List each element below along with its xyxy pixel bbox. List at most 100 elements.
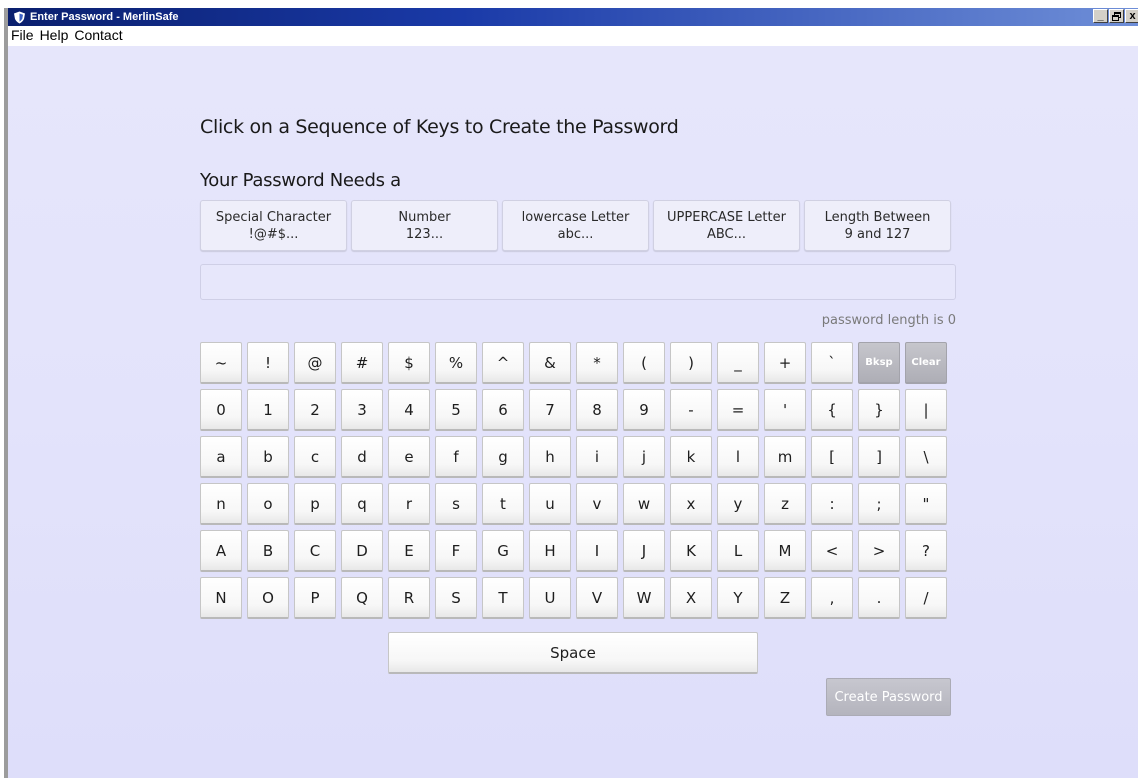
- key-button[interactable]: s: [435, 483, 477, 525]
- key-button[interactable]: [: [811, 436, 853, 478]
- key-button[interactable]: #: [341, 342, 383, 384]
- key-button[interactable]: ;: [858, 483, 900, 525]
- backspace-key[interactable]: Bksp: [858, 342, 900, 384]
- close-button[interactable]: x: [1125, 9, 1138, 23]
- key-button[interactable]: 7: [529, 389, 571, 431]
- key-button[interactable]: p: [294, 483, 336, 525]
- key-button[interactable]: 8: [576, 389, 618, 431]
- key-button[interactable]: q: [341, 483, 383, 525]
- key-button[interactable]: a: [200, 436, 242, 478]
- key-button[interactable]: E: [388, 530, 430, 572]
- key-button[interactable]: d: [341, 436, 383, 478]
- key-button[interactable]: &: [529, 342, 571, 384]
- key-button[interactable]: x: [670, 483, 712, 525]
- key-button[interactable]: 9: [623, 389, 665, 431]
- space-key[interactable]: Space: [388, 632, 758, 674]
- menu-file[interactable]: File: [8, 27, 37, 43]
- key-button[interactable]: 4: [388, 389, 430, 431]
- key-button[interactable]: W: [623, 577, 665, 619]
- key-button[interactable]: l: [717, 436, 759, 478]
- key-button[interactable]: !: [247, 342, 289, 384]
- key-button[interactable]: $: [388, 342, 430, 384]
- key-button[interactable]: S: [435, 577, 477, 619]
- key-button[interactable]: *: [576, 342, 618, 384]
- key-button[interactable]: U: [529, 577, 571, 619]
- key-button[interactable]: Z: [764, 577, 806, 619]
- key-button[interactable]: 2: [294, 389, 336, 431]
- key-button[interactable]: L: [717, 530, 759, 572]
- key-button[interactable]: B: [247, 530, 289, 572]
- key-button[interactable]: m: [764, 436, 806, 478]
- key-button[interactable]: T: [482, 577, 524, 619]
- key-button[interactable]: z: [764, 483, 806, 525]
- key-button[interactable]: e: [388, 436, 430, 478]
- key-button[interactable]: :: [811, 483, 853, 525]
- key-button[interactable]: F: [435, 530, 477, 572]
- key-button[interactable]: A: [200, 530, 242, 572]
- key-button[interactable]: ": [905, 483, 947, 525]
- key-button[interactable]: t: [482, 483, 524, 525]
- key-button[interactable]: .: [858, 577, 900, 619]
- key-button[interactable]: w: [623, 483, 665, 525]
- menu-help[interactable]: Help: [37, 27, 72, 43]
- key-button[interactable]: }: [858, 389, 900, 431]
- key-button[interactable]: I: [576, 530, 618, 572]
- key-button[interactable]: P: [294, 577, 336, 619]
- key-button[interactable]: C: [294, 530, 336, 572]
- key-button[interactable]: =: [717, 389, 759, 431]
- key-button[interactable]: {: [811, 389, 853, 431]
- key-button[interactable]: \: [905, 436, 947, 478]
- key-button[interactable]: f: [435, 436, 477, 478]
- key-button[interactable]: Q: [341, 577, 383, 619]
- key-button[interactable]: X: [670, 577, 712, 619]
- key-button[interactable]: v: [576, 483, 618, 525]
- key-button[interactable]: ~: [200, 342, 242, 384]
- key-button[interactable]: Y: [717, 577, 759, 619]
- create-password-button[interactable]: Create Password: [826, 678, 951, 716]
- key-button[interactable]: ]: [858, 436, 900, 478]
- key-button[interactable]: D: [341, 530, 383, 572]
- key-button[interactable]: G: [482, 530, 524, 572]
- key-button[interactable]: u: [529, 483, 571, 525]
- clear-key[interactable]: Clear: [905, 342, 947, 384]
- key-button[interactable]: 6: [482, 389, 524, 431]
- key-button[interactable]: ?: [905, 530, 947, 572]
- key-button[interactable]: o: [247, 483, 289, 525]
- key-button[interactable]: R: [388, 577, 430, 619]
- key-button[interactable]: <: [811, 530, 853, 572]
- key-button[interactable]: i: [576, 436, 618, 478]
- key-button[interactable]: %: [435, 342, 477, 384]
- key-button[interactable]: K: [670, 530, 712, 572]
- key-button[interactable]: g: [482, 436, 524, 478]
- key-button[interactable]: O: [247, 577, 289, 619]
- key-button[interactable]: (: [623, 342, 665, 384]
- key-button[interactable]: ,: [811, 577, 853, 619]
- key-button[interactable]: @: [294, 342, 336, 384]
- key-button[interactable]: y: [717, 483, 759, 525]
- key-button[interactable]: `: [811, 342, 853, 384]
- restore-button[interactable]: [1109, 9, 1124, 23]
- key-button[interactable]: 0: [200, 389, 242, 431]
- key-button[interactable]: h: [529, 436, 571, 478]
- key-button[interactable]: _: [717, 342, 759, 384]
- key-button[interactable]: J: [623, 530, 665, 572]
- key-button[interactable]: c: [294, 436, 336, 478]
- key-button[interactable]: r: [388, 483, 430, 525]
- key-button[interactable]: H: [529, 530, 571, 572]
- key-button[interactable]: >: [858, 530, 900, 572]
- key-button[interactable]: 3: [341, 389, 383, 431]
- key-button[interactable]: +: [764, 342, 806, 384]
- key-button[interactable]: 1: [247, 389, 289, 431]
- key-button[interactable]: j: [623, 436, 665, 478]
- key-button[interactable]: b: [247, 436, 289, 478]
- minimize-button[interactable]: _: [1093, 9, 1108, 23]
- key-button[interactable]: N: [200, 577, 242, 619]
- menu-contact[interactable]: Contact: [71, 27, 125, 43]
- key-button[interactable]: V: [576, 577, 618, 619]
- key-button[interactable]: |: [905, 389, 947, 431]
- key-button[interactable]: ': [764, 389, 806, 431]
- key-button[interactable]: n: [200, 483, 242, 525]
- key-button[interactable]: /: [905, 577, 947, 619]
- key-button[interactable]: ): [670, 342, 712, 384]
- key-button[interactable]: k: [670, 436, 712, 478]
